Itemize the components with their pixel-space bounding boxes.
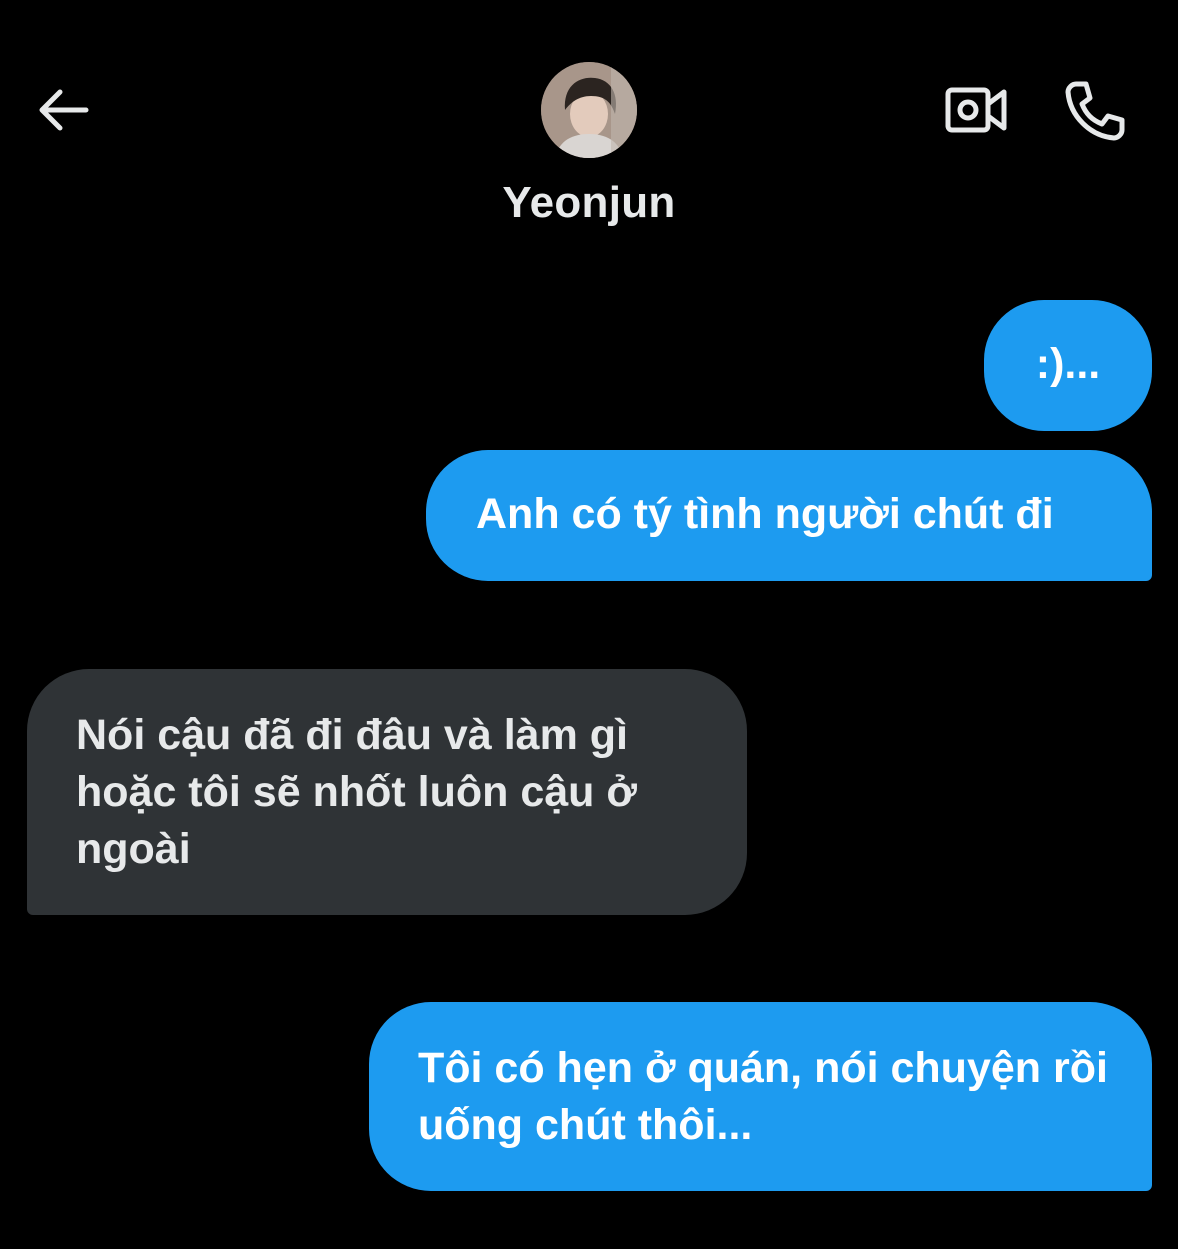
message-bubble-sent[interactable]: Tôi có hẹn ở quán, nói chuyện rồi uống c… [369,1002,1152,1191]
conversation-header: Yeonjun [0,0,1178,260]
message-text: Anh có tý tình người chút đi [476,490,1054,538]
phone-icon [1065,81,1125,141]
back-button[interactable] [30,80,94,140]
contact-name[interactable]: Yeonjun [0,178,1178,228]
voice-call-button[interactable] [1058,76,1130,144]
message-bubble-sent[interactable]: Anh có tý tình người chút đi [426,450,1152,581]
avatar[interactable] [541,62,637,158]
arrow-left-icon [39,89,89,131]
message-text: :)... [1035,340,1101,388]
video-call-button[interactable] [940,80,1012,140]
avatar-photo [541,62,637,158]
message-text: Nói cậu đã đi đâu và làm gì hoặc tôi sẽ … [76,711,637,873]
message-bubble-sent[interactable]: :)... [984,300,1152,431]
message-text: Tôi có hẹn ở quán, nói chuyện rồi uống c… [418,1044,1108,1149]
message-bubble-received[interactable]: Nói cậu đã đi đâu và làm gì hoặc tôi sẽ … [27,669,747,915]
video-camera-icon [945,87,1007,133]
